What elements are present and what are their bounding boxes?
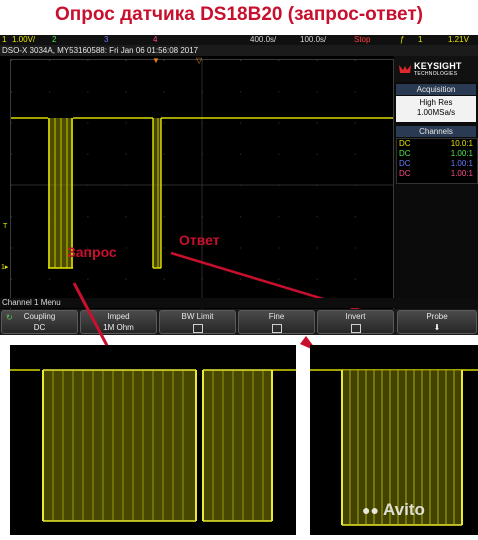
avito-watermark: ●● Avito [362,500,425,520]
request-zoom-svg [10,345,296,535]
watermark-text: Avito [383,500,425,519]
avito-logo-icon: ●● [362,502,379,518]
request-zoom-panel [10,345,296,535]
